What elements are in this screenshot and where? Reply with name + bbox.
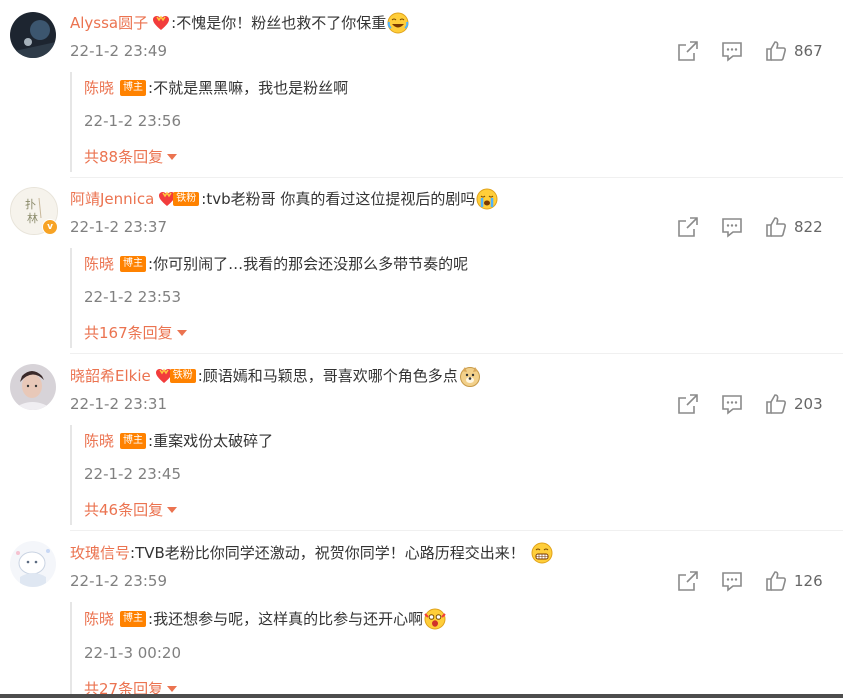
comment-time: 22-1-2 23:59	[70, 572, 167, 590]
comment-actions: 867	[676, 39, 823, 63]
reply-line: 陈晓 博主 :我还想参与呢，这样真的比参与还开心啊	[84, 608, 446, 630]
share-icon[interactable]	[676, 569, 700, 593]
window-bottom-edge	[0, 694, 843, 698]
blogger-badge: 博主	[120, 433, 147, 449]
share-icon[interactable]	[676, 39, 700, 63]
reply-time: 22-1-3 00:20	[84, 644, 181, 662]
reply-time: 22-1-2 23:53	[84, 288, 181, 306]
comment-line: 晓韶希Elkie 铁粉 :顾语嫣和马颖思，哥喜欢哪个角色多点	[70, 365, 481, 387]
reply-text: :我还想参与呢，这样真的比参与还开心啊	[148, 610, 424, 628]
comment-time: 22-1-2 23:31	[70, 395, 167, 413]
comment-time: 22-1-2 23:37	[70, 218, 167, 236]
blogger-badge: 博主	[120, 80, 147, 96]
crying-emoji	[476, 188, 498, 210]
shocked-emoji	[424, 608, 446, 630]
comment-actions: 203	[676, 392, 823, 416]
avatar[interactable]	[10, 364, 56, 410]
reply-author[interactable]: 陈晓	[84, 431, 114, 451]
grin-emoji	[531, 542, 553, 564]
reply-text: :重案戏份太破碎了	[148, 432, 274, 450]
fan-badge-label: 铁粉	[173, 192, 200, 206]
avatar[interactable]	[10, 541, 56, 587]
more-replies-link[interactable]: 共88条回复	[84, 147, 348, 167]
more-replies-label: 共167条回复	[84, 324, 173, 342]
reply-block: 陈晓 博主 :不就是黑黑嘛，我也是粉丝啊 22-1-2 23:56 共88条回复	[70, 72, 348, 172]
username[interactable]: 阿靖Jennica	[70, 189, 154, 209]
comment-text: :TVB老粉比你同学还激动，祝贺你同学！心路历程交出来！	[130, 544, 525, 562]
more-replies-link[interactable]: 共167条回复	[84, 323, 468, 343]
like-icon[interactable]	[764, 39, 788, 63]
username[interactable]: 晓韶希Elkie	[70, 366, 151, 386]
comment-line: 阿靖Jennica 铁粉 :tvb老粉哥 你真的看过这位提视后的剧吗	[70, 188, 498, 210]
verified-badge-icon: v	[42, 219, 58, 235]
fan-heart-icon	[153, 15, 170, 30]
share-icon[interactable]	[676, 392, 700, 416]
divider	[70, 177, 843, 178]
chevron-down-icon	[176, 330, 187, 336]
comment-line: Alyssa圆子 :不愧是你！粉丝也救不了你保重	[70, 12, 409, 34]
reply-line: 陈晓 博主 :重案戏份太破碎了	[84, 431, 273, 451]
fan-badge: 铁粉	[158, 191, 200, 207]
username[interactable]: Alyssa圆子	[70, 13, 148, 33]
reply-time: 22-1-2 23:56	[84, 112, 181, 130]
comment-actions: 126	[676, 569, 823, 593]
svg-text:林: 林	[27, 211, 38, 225]
reply-author[interactable]: 陈晓	[84, 609, 114, 629]
username[interactable]: 玫瑰信号	[70, 543, 130, 563]
reply-author[interactable]: 陈晓	[84, 78, 114, 98]
comment-line: 玫瑰信号 :TVB老粉比你同学还激动，祝贺你同学！心路历程交出来！	[70, 542, 553, 564]
comment-text: :顾语嫣和马颖思，哥喜欢哪个角色多点	[197, 367, 458, 385]
fan-badge: 铁粉	[155, 368, 196, 384]
like-count: 867	[794, 42, 823, 60]
comment-time: 22-1-2 23:49	[70, 42, 167, 60]
chevron-down-icon	[167, 507, 178, 513]
reply-author[interactable]: 陈晓	[84, 254, 114, 274]
like-icon[interactable]	[764, 569, 788, 593]
chevron-down-icon	[167, 154, 178, 160]
like-count: 203	[794, 395, 823, 413]
more-replies-label: 共88条回复	[84, 148, 164, 166]
more-replies-label: 共46条回复	[84, 501, 164, 519]
reply-block: 陈晓 博主 :我还想参与呢，这样真的比参与还开心啊 22-1-3 00:20 共…	[70, 602, 446, 698]
laugh-cry-emoji	[387, 12, 409, 34]
reply-text: :你可别闹了…我看的那会还没那么多带节奏的呢	[148, 255, 469, 273]
like-icon[interactable]	[764, 392, 788, 416]
reply-text: :不就是黑黑嘛，我也是粉丝啊	[148, 79, 349, 97]
doge-emoji	[459, 365, 481, 387]
like-count: 126	[794, 572, 823, 590]
avatar[interactable]	[10, 12, 56, 58]
svg-text:扑: 扑	[25, 197, 36, 211]
divider	[70, 530, 843, 531]
blogger-badge: 博主	[120, 256, 147, 272]
comment-icon[interactable]	[720, 215, 744, 239]
comment-icon[interactable]	[720, 39, 744, 63]
divider	[70, 353, 843, 354]
blogger-badge: 博主	[120, 611, 147, 627]
reply-line: 陈晓 博主 :你可别闹了…我看的那会还没那么多带节奏的呢	[84, 254, 468, 274]
comment-text: :tvb老粉哥 你真的看过这位提视后的剧吗	[201, 190, 476, 208]
share-icon[interactable]	[676, 215, 700, 239]
comment-text: :不愧是你！粉丝也救不了你保重	[171, 14, 387, 32]
comment-icon[interactable]	[720, 392, 744, 416]
chevron-down-icon	[167, 686, 178, 692]
comment-icon[interactable]	[720, 569, 744, 593]
like-icon[interactable]	[764, 215, 788, 239]
fan-badge-label: 铁粉	[169, 369, 196, 383]
reply-line: 陈晓 博主 :不就是黑黑嘛，我也是粉丝啊	[84, 78, 348, 98]
reply-time: 22-1-2 23:45	[84, 465, 181, 483]
reply-block: 陈晓 博主 :重案戏份太破碎了 22-1-2 23:45 共46条回复	[70, 425, 273, 525]
comment-actions: 822	[676, 215, 823, 239]
like-count: 822	[794, 218, 823, 236]
more-replies-link[interactable]: 共46条回复	[84, 500, 273, 520]
reply-block: 陈晓 博主 :你可别闹了…我看的那会还没那么多带节奏的呢 22-1-2 23:5…	[70, 248, 468, 348]
